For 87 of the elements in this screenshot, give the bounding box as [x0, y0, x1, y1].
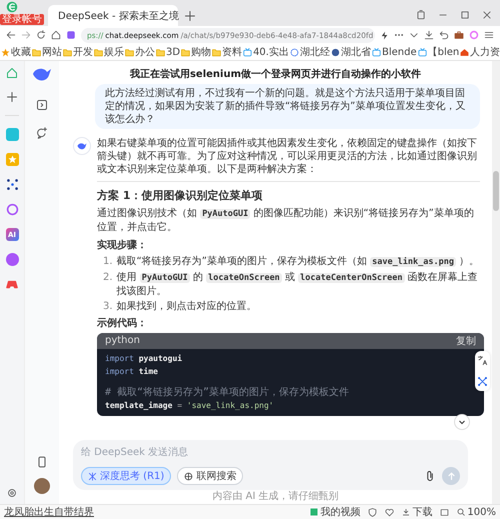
disclaimer-text: 内容由 AI 生成，请仔细甄别 [211, 490, 340, 504]
bookmark[interactable]: 开发 [63, 45, 93, 59]
back-icon[interactable] [6, 30, 16, 40]
bookmark[interactable]: 网站 [32, 45, 62, 59]
asterisk-icon [88, 472, 97, 480]
download-icon[interactable] [424, 30, 434, 40]
bookmark[interactable]: 湖北经 [290, 45, 330, 59]
site-icon[interactable] [290, 48, 299, 56]
zoom-level[interactable]: 100% [457, 506, 496, 518]
answer-paragraph: 通过图像识别技术（如 PyAutoGUI 的图像匹配功能）来识别“将链接另存为”菜单项的位置，并点击它。 [97, 207, 475, 234]
bookmark[interactable]: 资料 [212, 45, 242, 59]
globe-icon[interactable] [330, 48, 340, 56]
scrollbar-thumb[interactable] [493, 171, 499, 211]
code-line: import pyautogui [105, 353, 184, 365]
globe-icon [184, 472, 194, 480]
tv-icon[interactable] [372, 48, 381, 56]
undo-icon[interactable] [439, 30, 449, 40]
step-text: 使用 PyAutoGUI 的 locateOnScreen 或 locateCenterOnScreen 函数在屏幕上查找该图片。 [116, 271, 479, 298]
settings-icon[interactable] [7, 488, 17, 498]
whale-logo-icon[interactable] [32, 67, 52, 83]
reload-icon[interactable] [36, 30, 46, 40]
phone-icon[interactable] [36, 456, 48, 468]
sidebar-toggle-icon[interactable] [36, 99, 48, 111]
message-input[interactable]: 给 DeepSeek 发送消息 深度思考 (R1) 联网搜索 [73, 440, 468, 490]
browser-tab[interactable]: DeepSeek - 探索未至之境 [48, 5, 178, 26]
maximize-icon[interactable] [460, 10, 470, 20]
copy-button[interactable]: 复制 [456, 334, 476, 348]
bookmark[interactable]: 湖北省 [330, 45, 371, 59]
steps-heading: 实现步骤： [97, 239, 148, 252]
bookmark[interactable]: 办公 [125, 45, 155, 59]
mode-toggle[interactable]: 深度思考 (R1) [81, 467, 172, 485]
arrow-up-icon [446, 472, 456, 480]
section-heading: 方案 1：使用图像识别定位菜单项 [97, 188, 264, 203]
video-icon [310, 508, 318, 516]
star-icon[interactable] [1, 48, 10, 56]
tv-icon[interactable] [418, 48, 427, 56]
browser-logo-icon[interactable] [6, 1, 18, 13]
user-message: 此方法经过测试有用，不过我有一个新的问题。就是这个方法只适用于菜单项目固定的情况，如果因为安装了新的插件导致“将链接另存为”菜单项位置发生变化，又该怎么办？ [95, 84, 480, 129]
window-icon[interactable] [440, 508, 450, 516]
bookmark[interactable]: Blende [372, 46, 417, 58]
code-heading: 示例代码： [97, 317, 148, 330]
step-text: 如果找到，则点击对应的位置。 [116, 300, 257, 313]
lightning-icon[interactable] [380, 30, 389, 40]
heart-icon[interactable] [385, 508, 394, 516]
chevron-down-icon [458, 418, 466, 426]
bookmark[interactable]: 人力资 [460, 45, 500, 59]
avatar[interactable] [34, 478, 50, 494]
bookmark[interactable]: 40.实出 [243, 45, 289, 59]
step-number: 2. [103, 271, 113, 285]
dots-app-icon[interactable] [6, 178, 18, 191]
my-video-button[interactable]: 我的视频 [310, 505, 360, 519]
code-line: # 截取“将链接另存为”菜单项的图片，保存为模板文件 [105, 386, 350, 399]
step-text: 截取“将链接另存为”菜单项的图片，保存为模板文件（如 save_link_as.png ）。 [116, 255, 480, 269]
download-button[interactable]: 下载 [402, 505, 432, 519]
home-icon[interactable] [51, 30, 61, 40]
new-chat-icon[interactable] [36, 127, 48, 139]
color-ring-icon[interactable] [469, 30, 479, 40]
news-link[interactable]: 龙凤胎出生自带结界 [4, 505, 94, 519]
step-number: 1. [103, 255, 113, 269]
bookmark[interactable]: 收藏 [1, 45, 31, 59]
assistant-avatar-icon [73, 137, 91, 155]
close-icon[interactable] [482, 10, 492, 20]
shield-icon[interactable] [368, 508, 378, 516]
menu-icon[interactable] [484, 30, 494, 40]
bookmark[interactable]: 3D [156, 46, 180, 58]
bookmark[interactable]: 购物 [181, 45, 212, 59]
ring-app-icon[interactable] [6, 203, 18, 216]
code-line: template_image = 'save_link_as.png' [105, 400, 275, 412]
step-number: 3. [103, 300, 113, 313]
bookmark[interactable]: 娱乐 [94, 45, 124, 59]
answer-paragraph: 如果右键菜单项的位置可能因插件或其他因素发生变化，依赖固定的键盘操作（如按下箭头键）就不再可靠。为了应对这种情况，可以采用更灵活的方法，比如通过图像识别或文本识别来定位菜单项。以下是两种解决方案： [97, 137, 478, 176]
new-tab-icon[interactable] [184, 10, 196, 22]
download-icon [402, 508, 410, 516]
mode-toggle[interactable]: 联网搜索 [177, 467, 244, 485]
login-badge: 登录帐号 [0, 14, 44, 25]
code-line: import time [105, 366, 159, 378]
translate-icon[interactable] [477, 355, 488, 366]
bookmark[interactable]: 【blen [418, 45, 460, 59]
add-icon[interactable] [6, 91, 18, 103]
house-icon[interactable] [460, 48, 470, 56]
code-language: python [105, 334, 140, 348]
search-icon [457, 508, 466, 516]
tv-icon[interactable] [243, 48, 252, 56]
scroll-down-button[interactable] [454, 414, 470, 430]
briefcase-icon[interactable] [454, 30, 464, 40]
chat-title: 我正在尝试用selenium做一个登录网页并进行自动操作的小软件 [128, 67, 422, 82]
star-app-icon[interactable] [6, 153, 18, 166]
